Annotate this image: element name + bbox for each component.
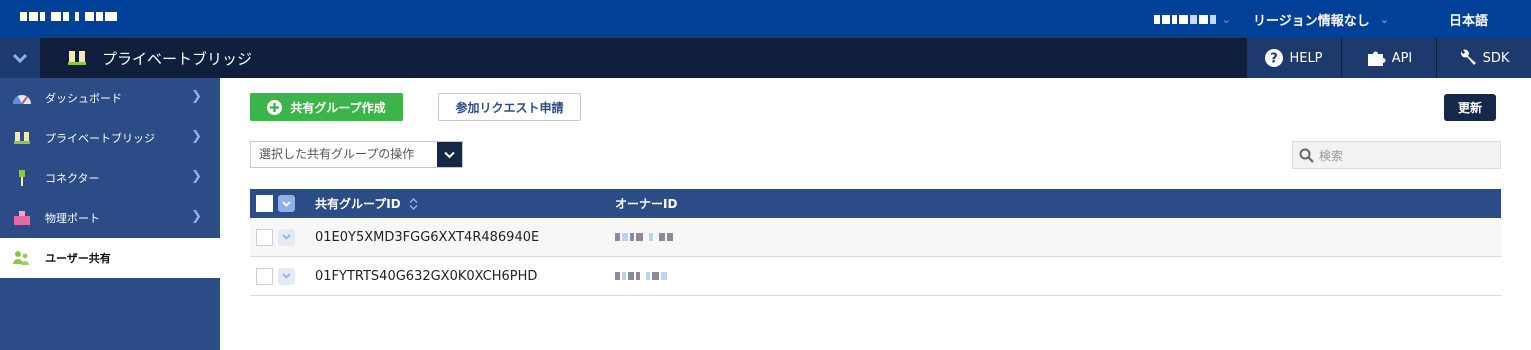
column-header-owner-id[interactable]: オーナーID — [615, 195, 677, 212]
group-id-cell: 01FYTRTS40G632GX0K0XCH6PHD — [315, 268, 538, 284]
column-header-label: 共有グループID — [315, 197, 401, 211]
refresh-button[interactable]: 更新 — [1444, 94, 1496, 121]
sort-icon — [409, 197, 418, 211]
port-icon — [12, 208, 32, 228]
wrench-icon — [1460, 49, 1476, 65]
help-label: HELP — [1289, 50, 1323, 66]
sidebar-item-label: プライベートブリッジ — [45, 132, 155, 145]
sidebar: ダッシュボード ❯ プライベートブリッジ ❯ コネクター ❯ 物理ポート ❯ ユ… — [0, 78, 220, 350]
table-row[interactable]: 01FYTRTS40G632GX0K0XCH6PHD — [250, 257, 1501, 296]
bulk-actions-select[interactable]: 選択した共有グループの操作 — [250, 141, 463, 168]
sidebar-item-label: ダッシュボード — [45, 92, 122, 105]
users-icon — [12, 248, 32, 268]
owner-id-redacted — [615, 233, 673, 241]
chevron-down-icon — [437, 142, 462, 167]
sidebar-item-label: ユーザー共有 — [45, 252, 111, 265]
sidebar-item-connector[interactable]: コネクター ❯ — [0, 158, 220, 198]
api-button[interactable]: API — [1341, 38, 1436, 78]
region-label: リージョン情報なし — [1253, 13, 1370, 29]
search-input[interactable]: 検索 — [1292, 141, 1501, 169]
main-content: 共有グループ作成 参加リクエスト申請 更新 選択した共有グループの操作 検索 共… — [220, 78, 1531, 350]
bridge-icon — [12, 128, 32, 148]
select-menu-button[interactable] — [278, 195, 295, 212]
chevron-down-icon — [13, 53, 27, 63]
sidebar-item-label: 物理ポート — [45, 212, 100, 225]
puzzle-icon — [1367, 51, 1386, 66]
gauge-icon — [12, 88, 32, 108]
sidebar-toggle-button[interactable] — [0, 38, 40, 78]
chevron-right-icon: ❯ — [191, 89, 202, 104]
language-selector[interactable]: 日本語 — [1449, 10, 1488, 29]
chevron-right-icon: ❯ — [191, 209, 202, 224]
row-menu-button[interactable] — [278, 228, 295, 246]
join-request-button[interactable]: 参加リクエスト申請 — [438, 93, 581, 121]
chevron-down-icon — [282, 273, 291, 279]
svg-text:?: ? — [1271, 52, 1279, 67]
bulk-actions-label: 選択した共有グループの操作 — [259, 147, 415, 161]
group-id-cell: 01E0Y5XMD3FGG6XXT4R486940E — [315, 229, 540, 245]
sdk-label: SDK — [1482, 50, 1510, 66]
help-circle-icon: ? — [1265, 49, 1284, 67]
share-group-table: 共有グループID オーナーID 01E0Y5XMD3FGG6XXT4R48694… — [250, 189, 1501, 296]
sidebar-item-user-sharing[interactable]: ユーザー共有 — [0, 238, 220, 278]
create-share-group-button[interactable]: 共有グループ作成 — [250, 93, 403, 121]
connector-icon — [12, 168, 32, 188]
page-header-bar: プライベートブリッジ ? HELP API SDK — [0, 38, 1531, 78]
owner-id-redacted — [615, 272, 667, 280]
sdk-button[interactable]: SDK — [1436, 38, 1531, 78]
column-header-group-id[interactable]: 共有グループID — [315, 195, 418, 212]
account-menu[interactable]: ⌄ — [1153, 12, 1232, 26]
sidebar-item-physical-port[interactable]: 物理ポート ❯ — [0, 198, 220, 238]
account-name-redacted — [1153, 14, 1216, 24]
select-all-checkbox[interactable] — [256, 195, 273, 212]
table-header: 共有グループID オーナーID — [250, 189, 1501, 218]
row-checkbox[interactable] — [256, 267, 273, 285]
table-row[interactable]: 01E0Y5XMD3FGG6XXT4R486940E — [250, 218, 1501, 257]
top-bar: ⌄ リージョン情報なし ⌄ 日本語 — [0, 0, 1531, 38]
chevron-down-icon: ⌄ — [1379, 12, 1389, 26]
search-placeholder: 検索 — [1319, 148, 1344, 163]
row-checkbox[interactable] — [256, 228, 273, 246]
help-button[interactable]: ? HELP — [1246, 38, 1341, 78]
plus-circle-icon — [267, 99, 283, 115]
chevron-right-icon: ❯ — [191, 169, 202, 184]
sidebar-item-private-bridge[interactable]: プライベートブリッジ ❯ — [0, 118, 220, 158]
bridge-icon — [68, 51, 86, 65]
chevron-right-icon: ❯ — [191, 129, 202, 144]
search-icon — [1299, 148, 1314, 163]
api-label: API — [1391, 50, 1413, 66]
create-share-group-label: 共有グループ作成 — [290, 100, 386, 115]
sidebar-item-dashboard[interactable]: ダッシュボード ❯ — [0, 78, 220, 118]
chevron-down-icon — [282, 200, 291, 207]
region-selector[interactable]: リージョン情報なし ⌄ — [1253, 10, 1389, 29]
brand-logo[interactable] — [20, 12, 117, 21]
chevron-down-icon: ⌄ — [1221, 12, 1232, 26]
row-menu-button[interactable] — [278, 267, 295, 285]
sidebar-item-label: コネクター — [45, 172, 100, 185]
chevron-down-icon — [282, 234, 291, 240]
page-title: プライベートブリッジ — [102, 49, 253, 68]
